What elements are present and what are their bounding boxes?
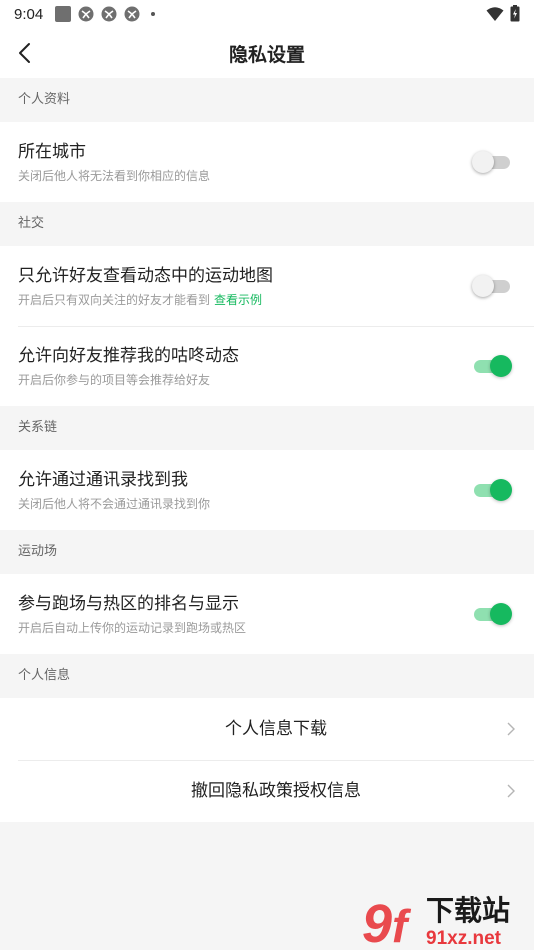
notification-app-icon xyxy=(78,6,94,22)
section-header-profile: 个人资料 xyxy=(18,92,71,107)
navigation-bar: 隐私设置 xyxy=(0,28,534,78)
setting-subtitle: 开启后自动上传你的运动记录到跑场或热区 xyxy=(18,621,247,635)
section-header-personal-info: 个人信息 xyxy=(18,668,71,683)
notification-app-icon xyxy=(124,6,140,22)
setting-title: 所在城市 xyxy=(18,142,86,162)
section-card-profile: 所在城市 关闭后他人将无法看到你相应的信息 xyxy=(0,122,534,202)
ranking-display-toggle[interactable] xyxy=(472,602,512,626)
friends-map-toggle[interactable] xyxy=(472,274,512,298)
personal-info-download-row[interactable]: 个人信息下载 xyxy=(0,698,534,760)
chevron-right-icon xyxy=(507,722,515,736)
setting-title: 允许通过通讯录找到我 xyxy=(18,470,188,490)
status-time: 9:04 xyxy=(14,5,44,23)
section-header-relations: 关系链 xyxy=(18,420,58,435)
setting-title: 个人信息下载 xyxy=(225,719,327,739)
svg-text:9: 9 xyxy=(362,894,392,948)
find-by-contacts-toggle[interactable] xyxy=(472,478,512,502)
setting-title: 撤回隐私政策授权信息 xyxy=(191,781,361,801)
setting-subtitle: 关闭后他人将不会通过通讯录找到你 xyxy=(18,497,211,511)
page-title: 隐私设置 xyxy=(228,43,305,66)
section-header-social: 社交 xyxy=(18,216,45,231)
notification-square-icon xyxy=(55,6,72,22)
setting-subtitle: 关闭后他人将无法看到你相应的信息 xyxy=(18,169,211,183)
more-notifications-dot-icon xyxy=(151,12,156,16)
wifi-icon xyxy=(486,6,504,21)
setting-row-recommend: 允许向好友推荐我的咕咚动态 开启后你参与的项目等会推荐给好友 xyxy=(0,326,534,406)
back-arrow-icon[interactable] xyxy=(14,41,38,65)
watermark-brand: 下载站 xyxy=(426,894,510,927)
setting-title: 参与跑场与热区的排名与显示 xyxy=(18,594,239,614)
notification-app-icon xyxy=(101,6,117,22)
recommend-to-friends-toggle[interactable] xyxy=(472,354,512,378)
setting-row-friends-map: 只允许好友查看动态中的运动地图 开启后只有双向关注的好友才能看到 查看示例 xyxy=(0,246,534,326)
setting-title: 允许向好友推荐我的咕咚动态 xyxy=(18,346,239,366)
watermark-logo: 9 f 下载站 91xz.net xyxy=(362,894,510,948)
watermark-domain: 91xz.net xyxy=(426,928,502,948)
section-header-sports-field: 运动场 xyxy=(18,544,58,559)
svg-text:f: f xyxy=(392,900,412,948)
setting-subtitle-text: 开启后只有双向关注的好友才能看到 xyxy=(18,293,211,307)
section-card-social: 只允许好友查看动态中的运动地图 开启后只有双向关注的好友才能看到 查看示例 允许向… xyxy=(0,246,534,406)
view-example-link[interactable]: 查看示例 xyxy=(214,293,262,307)
status-system-icons xyxy=(486,5,520,22)
battery-icon xyxy=(510,5,520,22)
chevron-right-icon xyxy=(507,784,515,798)
setting-subtitle: 开启后只有双向关注的好友才能看到 查看示例 xyxy=(18,292,534,308)
setting-title: 只允许好友查看动态中的运动地图 xyxy=(18,266,273,286)
setting-row-ranking: 参与跑场与热区的排名与显示 开启后自动上传你的运动记录到跑场或热区 xyxy=(0,574,534,654)
city-visibility-toggle[interactable] xyxy=(472,150,512,174)
setting-subtitle: 开启后你参与的项目等会推荐给好友 xyxy=(18,373,211,387)
status-notification-icons xyxy=(55,6,156,22)
setting-row-city: 所在城市 关闭后他人将无法看到你相应的信息 xyxy=(0,122,534,202)
revoke-privacy-authorization-row[interactable]: 撤回隐私政策授权信息 xyxy=(0,760,534,822)
section-card-personal-info: 个人信息下载 撤回隐私政策授权信息 xyxy=(0,698,534,822)
status-bar: 9:04 xyxy=(0,0,534,28)
section-card-sports-field: 参与跑场与热区的排名与显示 开启后自动上传你的运动记录到跑场或热区 xyxy=(0,574,534,654)
setting-row-contacts: 允许通过通讯录找到我 关闭后他人将不会通过通讯录找到你 xyxy=(0,450,534,530)
section-card-relations: 允许通过通讯录找到我 关闭后他人将不会通过通讯录找到你 xyxy=(0,450,534,530)
